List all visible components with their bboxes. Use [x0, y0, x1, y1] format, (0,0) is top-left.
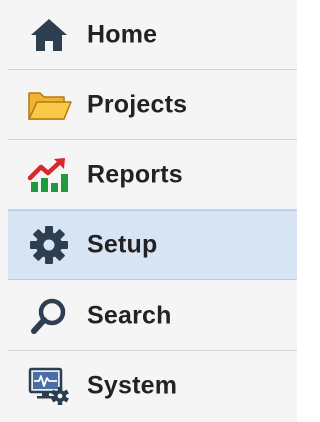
sidebar-item-label: Setup	[87, 230, 158, 259]
home-icon	[25, 15, 73, 55]
sidebar-item-home[interactable]: Home	[8, 0, 297, 70]
sidebar-item-label: System	[87, 371, 178, 400]
sidebar-item-search[interactable]: Search	[8, 281, 297, 351]
sidebar-item-setup[interactable]: Setup	[8, 210, 297, 280]
sidebar-nav: Home Projects Reports Setup Search Syste…	[0, 0, 297, 422]
sidebar-item-label: Reports	[87, 160, 183, 188]
sidebar-item-label: Home	[87, 20, 158, 48]
sidebar-item-system[interactable]: System	[8, 351, 297, 421]
gear-icon	[25, 225, 73, 265]
folder-icon	[25, 85, 73, 125]
reports-chart-icon	[25, 155, 73, 195]
sidebar-item-projects[interactable]: Projects	[8, 70, 297, 140]
monitor-gear-icon	[25, 366, 73, 406]
sidebar-item-label: Search	[87, 301, 172, 329]
sidebar-item-label: Projects	[87, 90, 188, 118]
sidebar-item-reports[interactable]: Reports	[8, 140, 297, 210]
search-icon	[25, 296, 73, 336]
